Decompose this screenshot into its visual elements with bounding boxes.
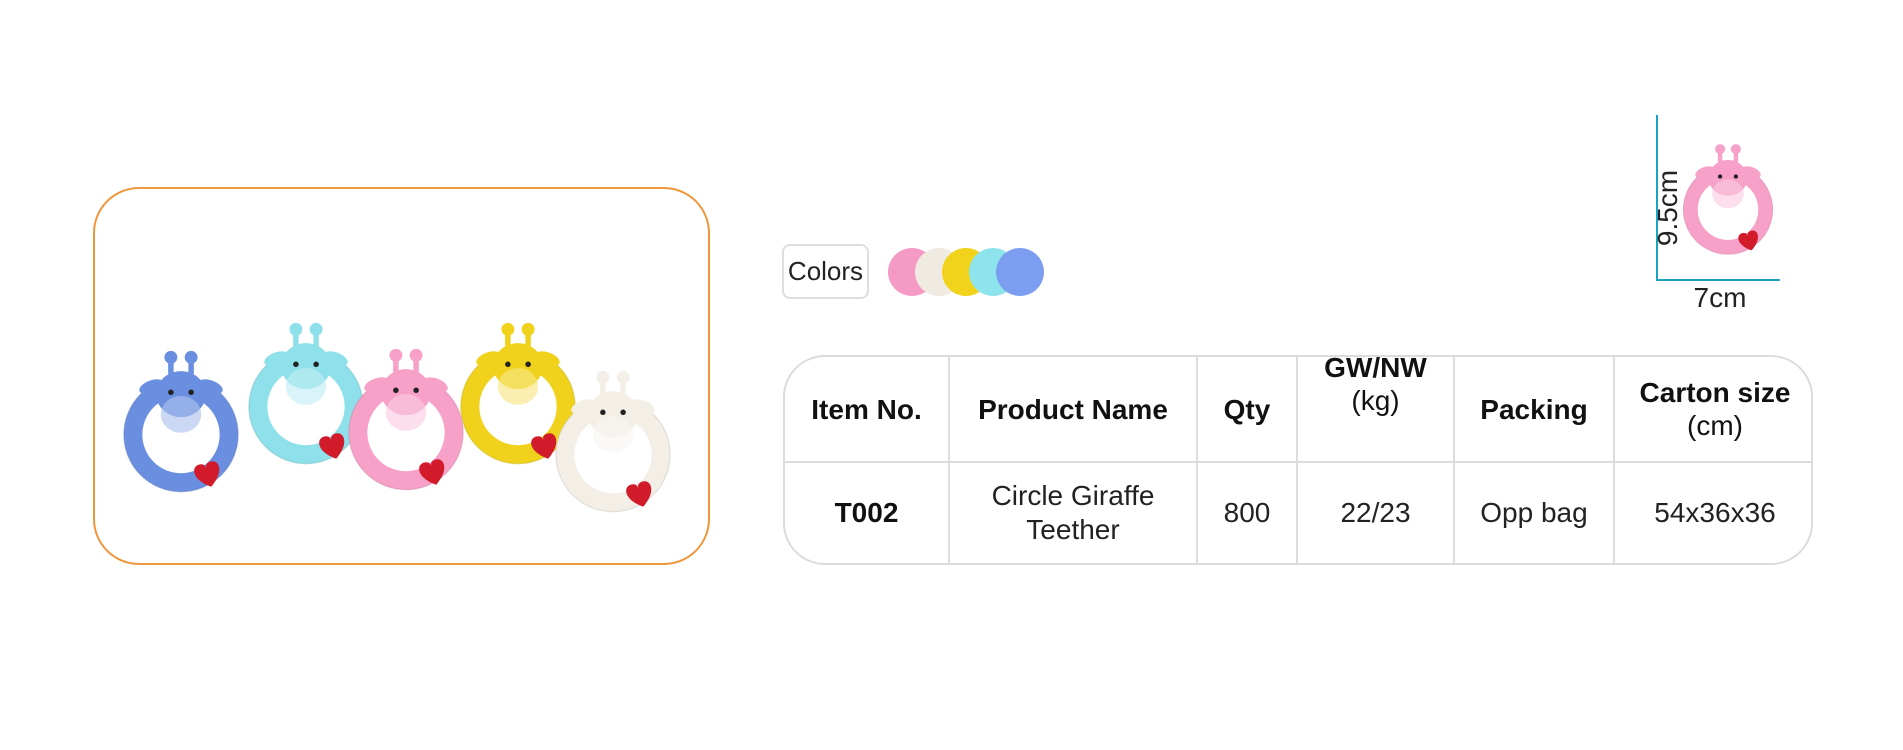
header-product-name: Product Name — [948, 357, 1198, 463]
height-label: 9.5cm — [1652, 169, 1683, 247]
product-photo — [123, 322, 671, 513]
product-sheet: Colors 7cm 9.5cm Item No. Product Name Q… — [0, 0, 1903, 750]
cell-product-name: Circle Giraffe Teether — [948, 461, 1198, 563]
header-carton-size-unit: (cm) — [1687, 410, 1743, 441]
cell-item-no: T002 — [785, 461, 950, 563]
dimension-drawing: 7cm 9.5cm — [1600, 110, 1800, 330]
header-item-no: Item No. — [785, 357, 950, 463]
header-carton-size: Carton size (cm) — [1613, 357, 1811, 463]
color-swatches — [888, 248, 1048, 296]
width-label: 7cm — [1693, 282, 1747, 313]
spec-table: Item No. Product Name Qty GW/NW (kg) Pac… — [783, 355, 1813, 565]
cell-gw-nw: 22/23 — [1296, 461, 1455, 563]
product-photo-frame — [93, 187, 710, 565]
header-packing: Packing — [1453, 357, 1615, 463]
colors-label: Colors — [782, 244, 869, 299]
table-header-row: Item No. Product Name Qty GW/NW (kg) Pac… — [785, 357, 1811, 463]
teether-dimension — [1682, 144, 1774, 255]
table-row: T002 Circle Giraffe Teether 800 22/23 Op… — [785, 461, 1811, 563]
teether-aqua — [248, 322, 364, 465]
cell-packing: Opp bag — [1453, 461, 1615, 563]
color-swatch-blue — [996, 248, 1044, 296]
teether-pink — [348, 348, 464, 491]
cell-qty: 800 — [1196, 461, 1298, 563]
header-gw-nw: GW/NW (kg) — [1296, 357, 1455, 463]
header-qty: Qty — [1196, 357, 1298, 463]
cell-carton-size: 54x36x36 — [1613, 461, 1811, 563]
header-gw-nw-unit: (kg) — [1351, 385, 1400, 416]
teether-blue — [123, 350, 239, 493]
